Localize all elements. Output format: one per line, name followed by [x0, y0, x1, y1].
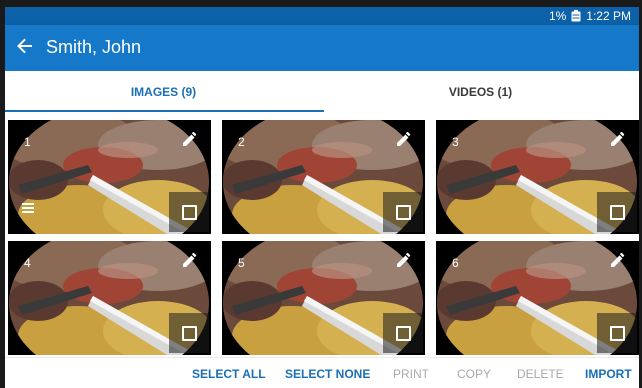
battery-percent: 1%: [548, 9, 567, 23]
import-button[interactable]: IMPORT: [585, 367, 632, 381]
checkbox-icon[interactable]: [181, 204, 197, 220]
copy-button[interactable]: COPY: [457, 367, 491, 381]
image-thumbnail[interactable]: 1: [8, 120, 211, 234]
image-thumbnail[interactable]: 6: [436, 241, 639, 355]
arrow-left-icon: [17, 38, 33, 59]
image-thumbnail[interactable]: 2: [222, 120, 425, 234]
tab-bar: IMAGES (9) VIDEOS (1): [5, 71, 639, 113]
pencil-icon[interactable]: [183, 253, 197, 267]
checkbox-icon[interactable]: [395, 204, 411, 220]
thumbnail-number: 1: [24, 135, 31, 149]
thumbnail-number: 2: [238, 135, 245, 149]
app-window: 1% 1:22 PM Smith, John IMAGES (9) VIDEOS…: [5, 7, 639, 388]
select-checkbox-area[interactable]: [169, 192, 209, 232]
thumbnail-number: 6: [452, 256, 459, 270]
page-title: Smith, John: [46, 37, 142, 57]
image-grid: 1 2 3 4 5 6: [8, 120, 639, 355]
thumbnail-number: 3: [452, 135, 459, 149]
select-none-button[interactable]: SELECT NONE: [285, 367, 370, 381]
select-checkbox-area[interactable]: [169, 313, 209, 353]
image-thumbnail[interactable]: 4: [8, 241, 211, 355]
tab-videos[interactable]: VIDEOS (1): [322, 71, 639, 113]
checkbox-icon[interactable]: [609, 204, 625, 220]
checkbox-icon[interactable]: [181, 325, 197, 341]
battery-icon: [571, 10, 581, 22]
tab-images[interactable]: IMAGES (9): [5, 71, 322, 113]
select-all-button[interactable]: SELECT ALL: [192, 367, 266, 381]
thumbnail-number: 4: [24, 256, 31, 270]
clock: 1:22 PM: [586, 9, 631, 23]
pencil-icon[interactable]: [397, 132, 411, 146]
pencil-icon[interactable]: [611, 132, 625, 146]
print-button[interactable]: PRINT: [393, 367, 429, 381]
select-checkbox-area[interactable]: [597, 313, 637, 353]
pencil-icon[interactable]: [397, 253, 411, 267]
action-bar: SELECT ALL SELECT NONE PRINT COPY DELETE…: [5, 357, 639, 388]
image-thumbnail[interactable]: 5: [222, 241, 425, 355]
app-bar: Smith, John: [5, 25, 639, 71]
select-checkbox-area[interactable]: [597, 192, 637, 232]
image-thumbnail[interactable]: 3: [436, 120, 639, 234]
list-icon: [22, 200, 34, 213]
thumbnail-number: 5: [238, 256, 245, 270]
back-button[interactable]: [13, 36, 37, 60]
delete-button[interactable]: DELETE: [517, 367, 564, 381]
active-tab-indicator: [5, 110, 324, 112]
checkbox-icon[interactable]: [609, 325, 625, 341]
pencil-icon[interactable]: [611, 253, 625, 267]
select-checkbox-area[interactable]: [383, 192, 423, 232]
pencil-icon[interactable]: [183, 132, 197, 146]
checkbox-icon[interactable]: [395, 325, 411, 341]
status-bar: 1% 1:22 PM: [5, 7, 639, 25]
select-checkbox-area[interactable]: [383, 313, 423, 353]
